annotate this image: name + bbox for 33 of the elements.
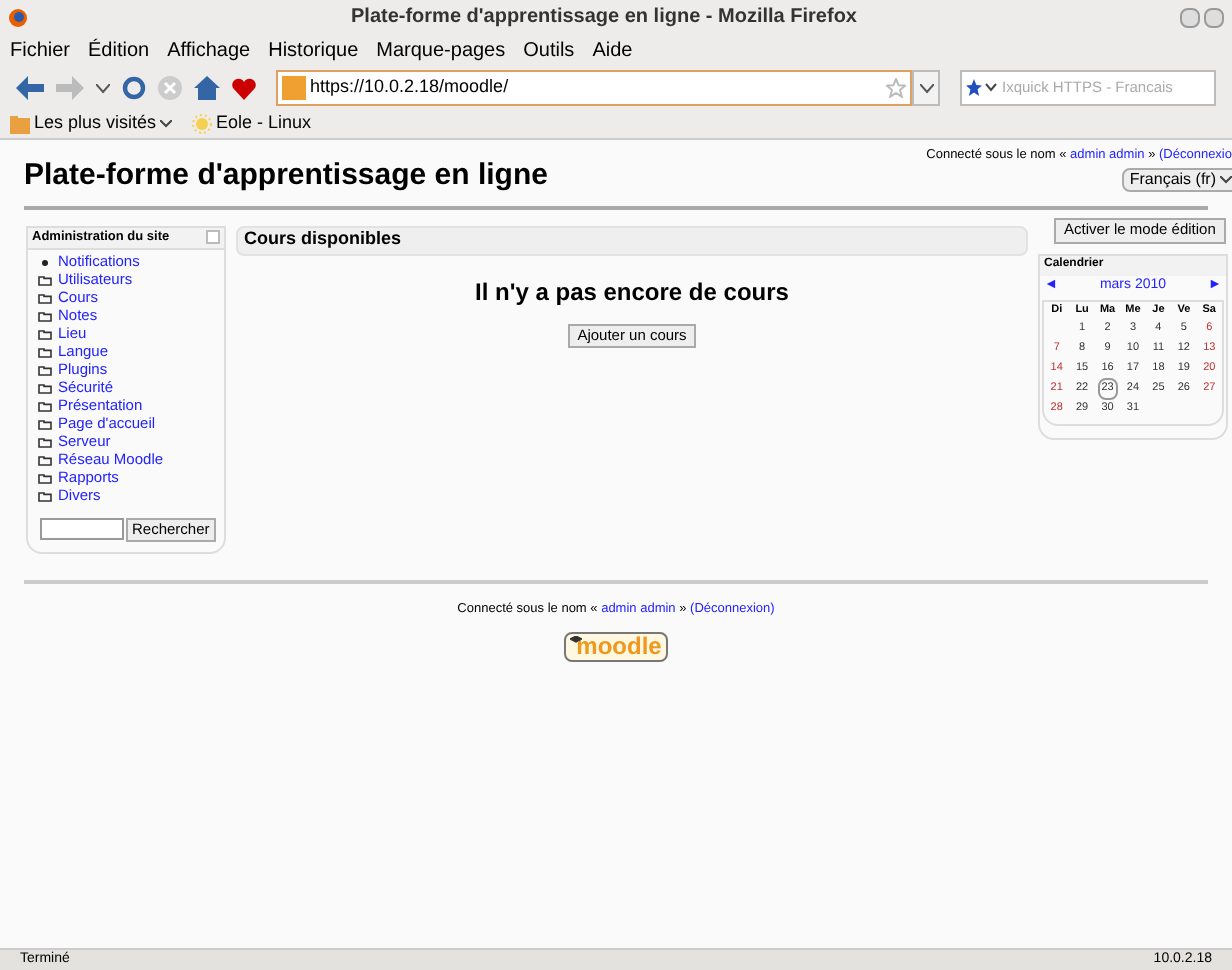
folder-icon [10,115,30,133]
menu-item[interactable]: Outils [523,35,575,65]
address-bar[interactable]: https://10.0.2.18/moodle/ [276,70,912,106]
site-icon [282,76,306,100]
caret-icon [1220,175,1232,184]
menu-item[interactable]: Fichier [10,35,71,65]
star-icon[interactable] [886,78,906,98]
browser-logo-icon [8,7,28,27]
dropdown-caret-icon[interactable] [96,83,110,93]
url-text: https://10.0.2.18/moodle/ [310,74,511,101]
sun-icon [192,114,213,134]
caret-icon [919,83,933,93]
history-dropdown-button[interactable] [912,70,940,106]
bullet-icon [40,257,50,267]
search-engine-icon[interactable] [966,78,998,98]
search-input[interactable] [40,517,124,539]
back-arrow-icon[interactable] [16,76,44,100]
reload-icon[interactable] [122,76,146,100]
menu-item[interactable]: Aide [592,35,633,65]
bookmark-item[interactable]: Eole - Linux [192,110,312,138]
menu-item[interactable]: Édition [88,35,150,65]
home-icon[interactable] [194,76,220,100]
empty-message: Il n'y a pas encore de cours [475,275,789,309]
menu-item[interactable]: Historique [268,35,359,65]
heart-icon[interactable] [232,77,256,99]
site-title: Plate-forme d'apprentissage en ligne [24,156,548,196]
bookmark-item[interactable]: Les plus visités [10,110,173,138]
language-select[interactable]: Français (fr) [1121,167,1232,192]
window-title: Plate-forme d'apprentissage en ligne - Mozilla Firefox [349,4,859,32]
section-header: Cours disponibles [236,225,1028,255]
menu-item[interactable]: Affichage [167,35,251,65]
menu-item[interactable]: Marque-pages [376,35,506,65]
caret-icon [160,120,173,128]
